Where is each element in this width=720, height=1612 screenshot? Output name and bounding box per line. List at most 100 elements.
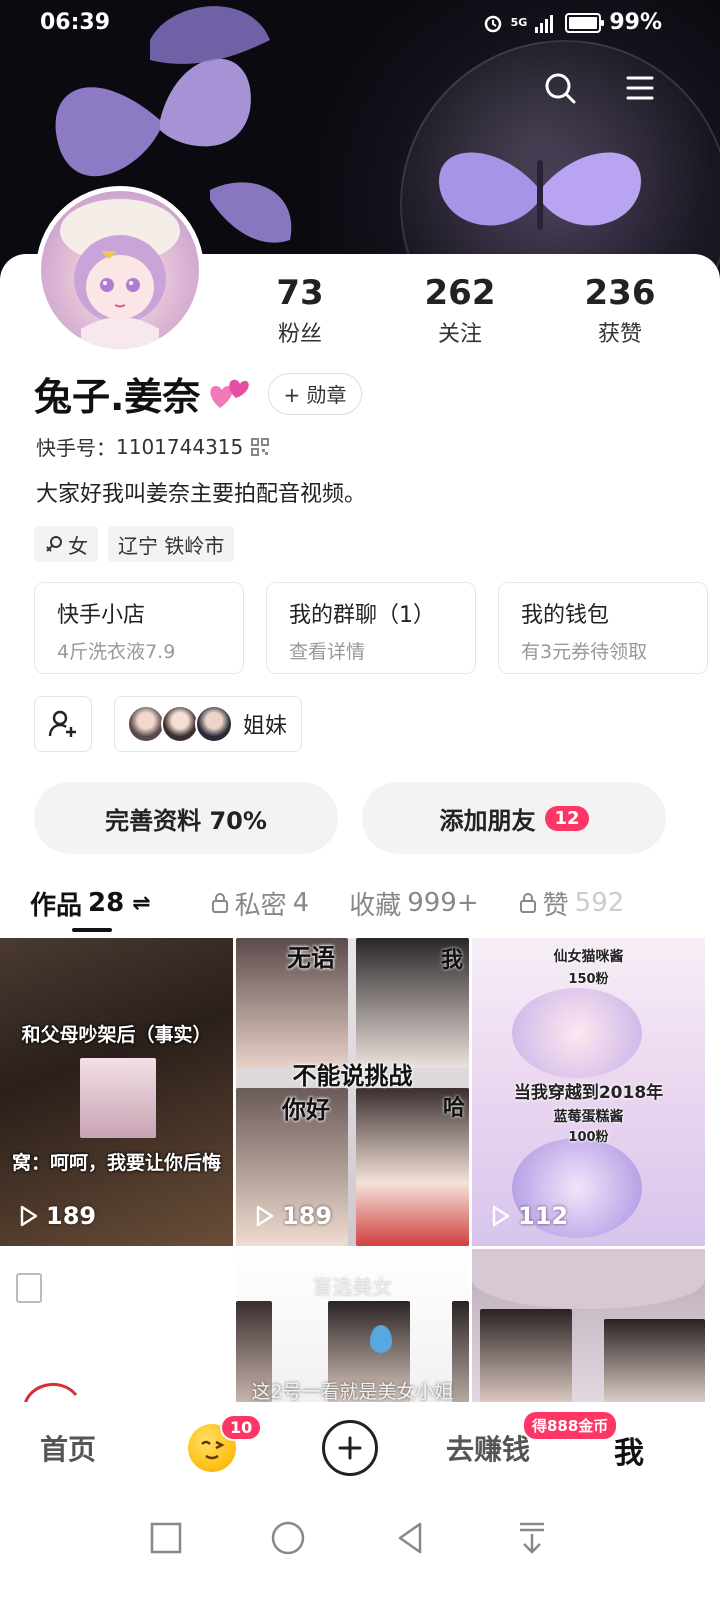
qr-code-icon[interactable]	[251, 437, 270, 456]
home-circle-icon[interactable]	[268, 1518, 308, 1558]
group-sisters[interactable]: 姐妹	[114, 696, 303, 752]
thumbnail-caption: 窝：呵呵，我要让你后悔	[11, 1152, 221, 1174]
active-tab-indicator	[72, 928, 112, 932]
add-user-icon	[48, 710, 76, 737]
menu-icon[interactable]	[620, 68, 660, 108]
notification-badge: 10	[220, 1414, 263, 1441]
network-type: 5G	[510, 15, 528, 29]
service-title: 快手小店	[57, 603, 146, 628]
add-friend-button[interactable]	[34, 696, 92, 752]
tab-count: 999+	[407, 888, 479, 918]
stat-fans[interactable]: 73 粉丝	[220, 272, 380, 348]
service-shop[interactable]: 快手小店 4斤洗衣液7.9	[34, 582, 244, 674]
services-row: 快手小店 4斤洗衣液7.9 我的群聊（1） 查看详情 我的钱包 有3元券待领取	[34, 582, 708, 674]
plus-icon	[338, 1436, 362, 1460]
butterfly-image	[439, 152, 641, 230]
video-thumbnail[interactable]: 无语 我 不能说挑战 你好 哈 189	[236, 938, 469, 1246]
tab-count: 4	[292, 888, 310, 918]
thumbnail-caption: 150粉	[568, 972, 609, 987]
service-subtitle: 查看详情	[289, 641, 366, 663]
avatar[interactable]	[36, 186, 204, 354]
tab-favorites[interactable]: 收藏 999+	[349, 885, 478, 922]
thumbnail-caption: 无语	[287, 944, 335, 972]
tab-private[interactable]: 私密 4	[211, 885, 310, 922]
add-medal-button[interactable]: + 勋章	[268, 372, 362, 415]
sort-icon[interactable]: ⇌	[132, 891, 150, 916]
works-grid: 和父母吵架后（事实） 窝：呵呵，我要让你后悔 189 无语 我 不能说挑战 你好…	[0, 938, 720, 1414]
play-count-value: 189	[46, 1202, 97, 1230]
play-count: 189	[256, 1202, 332, 1230]
member-avatar	[195, 705, 233, 743]
kuaishou-id-row[interactable]: 快手号： 1101744315	[36, 432, 270, 461]
alarm-icon	[484, 15, 501, 32]
female-icon	[46, 536, 62, 552]
complete-profile-button[interactable]: 完善资料 70%	[34, 782, 338, 854]
stat-label: 粉丝	[277, 322, 322, 347]
nav-me[interactable]: 我	[614, 1428, 644, 1472]
tab-label: 收藏	[349, 890, 402, 921]
tab-label: 作品	[30, 890, 83, 921]
earn-coins-badge: 得888金币	[524, 1412, 617, 1439]
thumbnail-caption: 当我穿越到2018年	[513, 1083, 664, 1103]
thumbnail-caption: 盲选美女	[312, 1275, 393, 1299]
service-group-chat[interactable]: 我的群聊（1） 查看详情	[266, 582, 476, 674]
notification-pull-icon[interactable]	[512, 1518, 552, 1558]
thumbnail-caption: 哈	[442, 1096, 465, 1121]
name-row: 兔子.姜奈 + 勋章	[34, 366, 362, 421]
video-thumbnail[interactable]: 和父母吵架后（事实） 窝：呵呵，我要让你后悔 189	[0, 938, 233, 1246]
thumbnail-photo	[480, 1309, 572, 1414]
thumbnail-photo	[472, 1249, 705, 1309]
thumbnail-caption: 仙女猫咪酱	[553, 949, 624, 965]
play-count: 112	[492, 1202, 568, 1230]
social-row: 姐妹	[34, 696, 303, 752]
video-thumbnail[interactable]	[472, 1249, 705, 1414]
tab-works[interactable]: 作品 28 ⇌	[30, 885, 151, 922]
status-indicators: 5G 99%	[483, 10, 662, 35]
play-icon	[492, 1205, 510, 1227]
lock-icon	[211, 893, 228, 913]
member-avatar	[161, 705, 199, 743]
service-wallet[interactable]: 我的钱包 有3元券待领取	[498, 582, 708, 674]
add-friends-label: 添加朋友	[439, 806, 536, 835]
tab-count: 28	[88, 888, 125, 918]
profile-tags: 女 辽宁 铁岭市	[34, 526, 235, 562]
thumbnail-caption: 和父母吵架后（事实）	[21, 1024, 212, 1046]
status-time: 06:39	[40, 10, 111, 35]
image-placeholder-icon	[16, 1273, 42, 1303]
thumbnail-caption: 蓝莓蛋糕酱	[553, 1109, 624, 1125]
member-avatar	[127, 705, 165, 743]
video-thumbnail[interactable]: 仙女猫咪酱 150粉 当我穿越到2018年 蓝莓蛋糕酱 100粉 112	[472, 938, 705, 1246]
search-icon[interactable]	[540, 68, 580, 108]
recents-icon[interactable]	[146, 1518, 186, 1558]
add-friends-button[interactable]: 添加朋友 12	[362, 782, 666, 854]
bottom-navigation: 首页 10 去赚钱 得888金币 我	[0, 1402, 720, 1498]
create-button[interactable]	[322, 1420, 378, 1476]
video-thumbnail[interactable]: 盲选美女 这2号一看就是美女小姐	[236, 1249, 469, 1414]
kuaishou-id-label: 快手号：	[36, 436, 116, 460]
gender-tag: 女	[34, 526, 98, 562]
thumbnail-caption: 不能说挑战	[292, 1062, 413, 1090]
thumbnail-caption: 100粉	[568, 1130, 609, 1145]
thumbnail-caption: 你好	[282, 1096, 330, 1124]
back-triangle-icon[interactable]	[390, 1518, 430, 1558]
stat-value: 262	[424, 273, 496, 313]
nav-home[interactable]: 首页	[40, 1428, 96, 1468]
play-count-value: 189	[282, 1202, 333, 1230]
video-thumbnail[interactable]	[0, 1249, 233, 1414]
thumbnail-caption: 这2号一看就是美女小姐	[251, 1381, 454, 1403]
location-tag: 辽宁 铁岭市	[108, 526, 235, 562]
nav-earn[interactable]: 去赚钱	[446, 1428, 530, 1468]
profile-stats: 73 粉丝 262 关注 236 获赞	[220, 272, 700, 348]
user-name: 兔子.姜奈	[34, 375, 201, 419]
play-icon	[20, 1205, 38, 1227]
stat-following[interactable]: 262 关注	[380, 272, 540, 348]
kuaishou-id: 1101744315	[116, 434, 244, 459]
thumbnail-caption: 我	[440, 948, 463, 973]
tab-likes[interactable]: 赞 592	[519, 885, 624, 922]
teardrop-icon	[370, 1325, 392, 1353]
tab-label: 私密	[234, 890, 287, 921]
signal-icon	[535, 14, 554, 33]
stat-likes[interactable]: 236 获赞	[540, 272, 700, 348]
play-count-value: 112	[518, 1202, 569, 1230]
stat-label: 关注	[437, 322, 482, 347]
